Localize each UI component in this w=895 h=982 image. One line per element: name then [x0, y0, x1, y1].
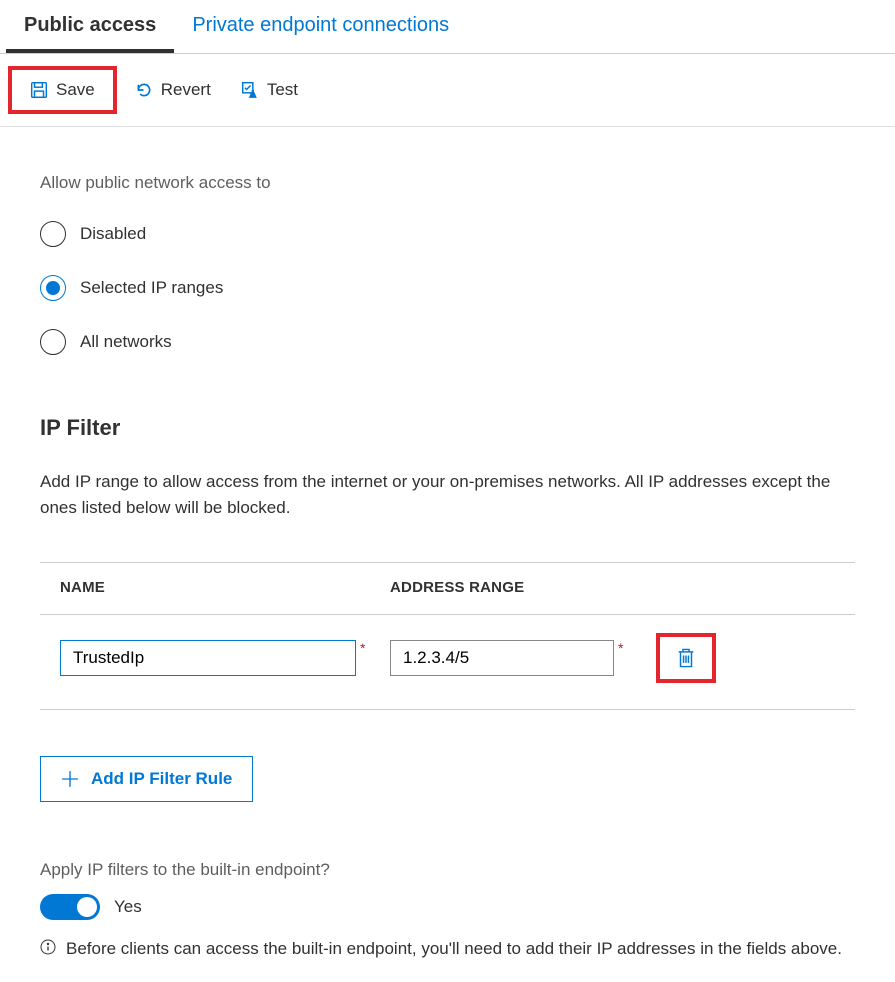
apply-filters-label: Apply IP filters to the built-in endpoin…	[40, 860, 855, 880]
radio-selected-ip[interactable]: Selected IP ranges	[40, 275, 855, 301]
toolbar: Save Revert Test	[0, 54, 895, 127]
tab-private-endpoint[interactable]: Private endpoint connections	[174, 0, 467, 53]
table-row: * *	[40, 614, 855, 709]
apply-filters-toggle[interactable]	[40, 894, 100, 920]
column-header-name: NAME	[60, 579, 390, 596]
toggle-value-label: Yes	[114, 897, 142, 917]
save-icon	[30, 81, 48, 99]
test-label: Test	[267, 80, 298, 100]
radio-all-networks[interactable]: All networks	[40, 329, 855, 355]
network-access-label: Allow public network access to	[40, 173, 855, 193]
column-header-address: ADDRESS RANGE	[390, 579, 855, 596]
table-header-row: NAME ADDRESS RANGE	[40, 563, 855, 614]
tabs-bar: Public access Private endpoint connectio…	[0, 0, 895, 54]
tab-public-access[interactable]: Public access	[6, 0, 174, 53]
delete-icon[interactable]	[676, 647, 696, 669]
delete-highlight-box	[656, 633, 716, 683]
info-row: Before clients can access the built-in e…	[40, 936, 855, 962]
radio-circle-icon	[40, 221, 66, 247]
save-button[interactable]: Save	[18, 72, 107, 108]
network-access-radio-group: Disabled Selected IP ranges All networks	[40, 221, 855, 355]
revert-label: Revert	[161, 80, 211, 100]
save-highlight-box: Save	[8, 66, 117, 114]
main-content: Allow public network access to Disabled …	[0, 127, 895, 982]
test-button[interactable]: Test	[229, 72, 310, 108]
ip-filter-table: NAME ADDRESS RANGE * *	[40, 562, 855, 710]
add-ip-filter-label: Add IP Filter Rule	[91, 769, 232, 789]
radio-inner-dot	[46, 281, 60, 295]
revert-button[interactable]: Revert	[123, 72, 223, 108]
apply-filters-section: Apply IP filters to the built-in endpoin…	[40, 860, 855, 962]
save-label: Save	[56, 80, 95, 100]
toggle-knob	[77, 897, 97, 917]
test-icon	[241, 81, 259, 99]
ip-address-input[interactable]	[390, 640, 614, 676]
toggle-row: Yes	[40, 894, 855, 920]
radio-circle-icon	[40, 329, 66, 355]
required-indicator: *	[360, 640, 365, 656]
info-text: Before clients can access the built-in e…	[66, 936, 842, 962]
radio-selected-ip-label: Selected IP ranges	[80, 278, 223, 298]
add-ip-filter-button[interactable]: Add IP Filter Rule	[40, 756, 253, 802]
required-indicator: *	[618, 640, 623, 656]
revert-icon	[135, 81, 153, 99]
ip-name-input[interactable]	[60, 640, 356, 676]
ip-filter-heading: IP Filter	[40, 415, 855, 441]
radio-circle-icon	[40, 275, 66, 301]
radio-all-networks-label: All networks	[80, 332, 172, 352]
radio-disabled[interactable]: Disabled	[40, 221, 855, 247]
plus-icon	[61, 770, 79, 788]
info-icon	[40, 939, 56, 955]
radio-disabled-label: Disabled	[80, 224, 146, 244]
ip-filter-description: Add IP range to allow access from the in…	[40, 469, 855, 520]
